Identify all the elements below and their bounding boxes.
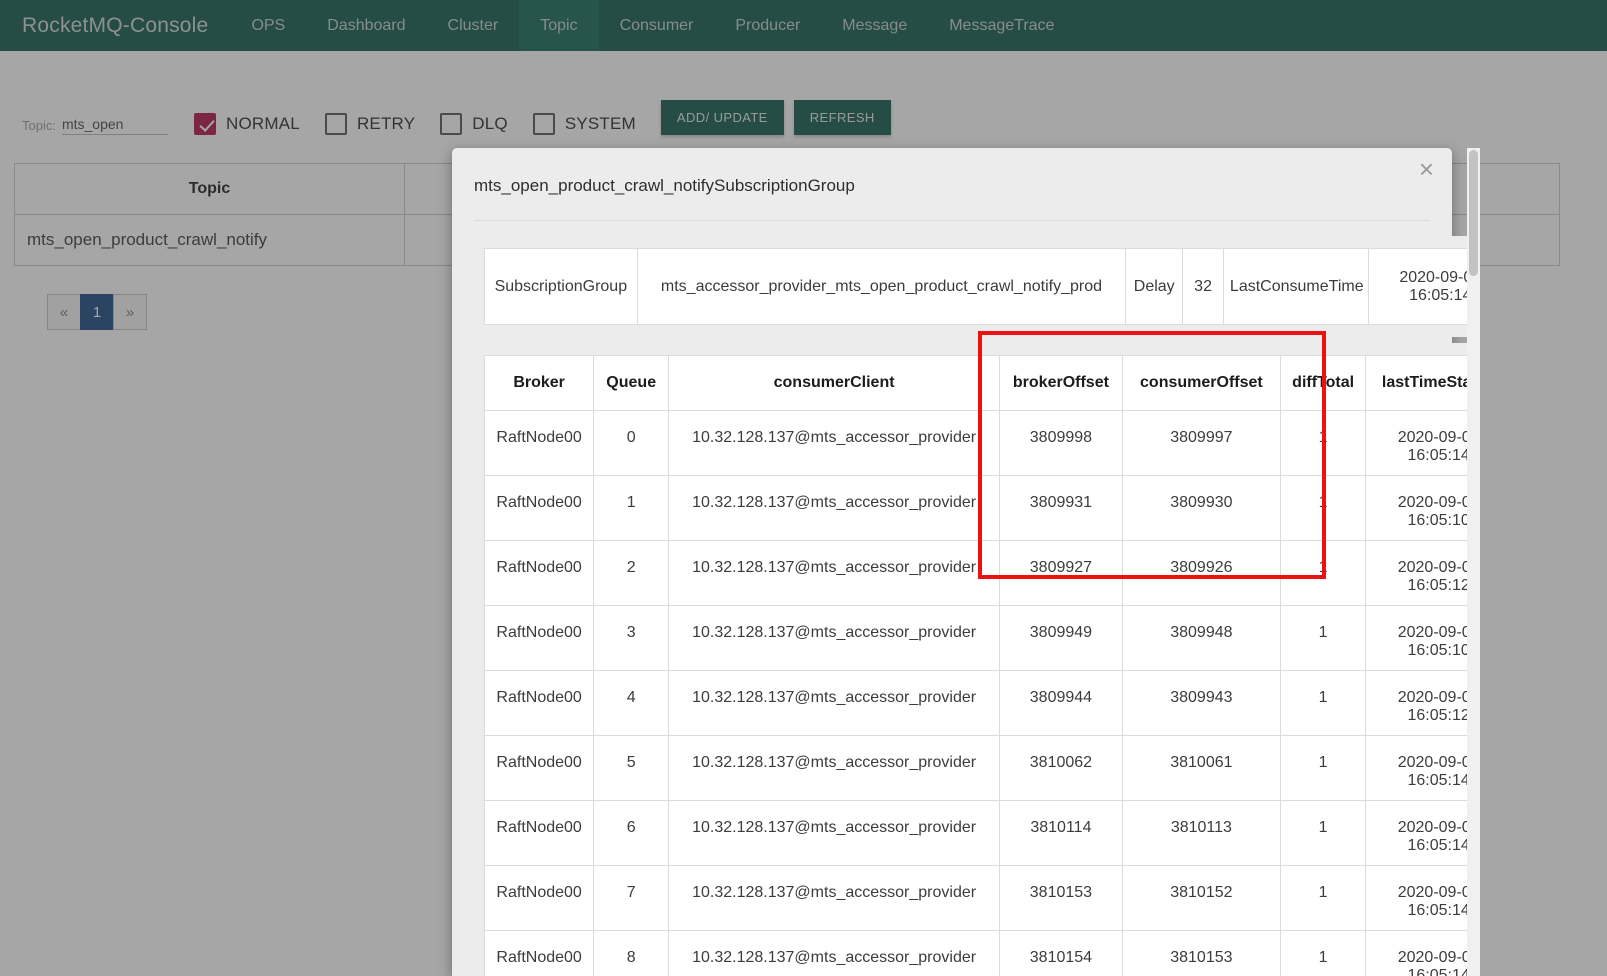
cell-consumeroffset: 3809943 (1122, 671, 1280, 736)
detail-header-brokeroffset: brokerOffset (1000, 356, 1123, 411)
cell-client: 10.32.128.137@mts_accessor_provider (669, 476, 1000, 541)
cell-broker: RaftNode00 (485, 671, 594, 736)
cell-brokeroffset: 3810114 (1000, 801, 1123, 866)
cell-consumeroffset: 3809926 (1122, 541, 1280, 606)
subscription-group-label: SubscriptionGroup (485, 249, 638, 325)
cell-broker: RaftNode00 (485, 541, 594, 606)
table-row: RaftNode00 7 10.32.128.137@mts_accessor_… (485, 866, 1481, 931)
cell-queue: 4 (594, 671, 669, 736)
cell-lasttimestamp: 2020-09-01 16:05:10 (1366, 606, 1480, 671)
cell-client: 10.32.128.137@mts_accessor_provider (669, 606, 1000, 671)
cell-broker: RaftNode00 (485, 931, 594, 976)
cell-difftotal: 1 (1280, 411, 1365, 476)
cell-lasttimestamp: 2020-09-01 16:05:14 (1366, 801, 1480, 866)
cell-difftotal: 1 (1280, 541, 1365, 606)
detail-table-body: RaftNode00 0 10.32.128.137@mts_accessor_… (485, 411, 1481, 976)
detail-header-queue: Queue (594, 356, 669, 411)
cell-queue: 7 (594, 866, 669, 931)
cell-brokeroffset: 3809949 (1000, 606, 1123, 671)
cell-client: 10.32.128.137@mts_accessor_provider (669, 541, 1000, 606)
cell-lasttimestamp: 2020-09-01 16:05:14 (1366, 931, 1480, 976)
detail-header-consumeroffset: consumerOffset (1122, 356, 1280, 411)
last-consume-time-value: 2020-09-01 16:05:14 (1369, 249, 1480, 325)
cell-queue: 5 (594, 736, 669, 801)
subscription-summary-table: SubscriptionGroup mts_accessor_provider_… (484, 248, 1480, 325)
detail-header-consumerclient: consumerClient (669, 356, 1000, 411)
table-row: RaftNode00 2 10.32.128.137@mts_accessor_… (485, 541, 1481, 606)
cell-client: 10.32.128.137@mts_accessor_provider (669, 671, 1000, 736)
cell-consumeroffset: 3809930 (1122, 476, 1280, 541)
cell-brokeroffset: 3810153 (1000, 866, 1123, 931)
cell-difftotal: 1 (1280, 931, 1365, 976)
last-consume-time-label: LastConsumeTime (1223, 249, 1369, 325)
cell-client: 10.32.128.137@mts_accessor_provider (669, 931, 1000, 976)
cell-queue: 0 (594, 411, 669, 476)
cell-broker: RaftNode00 (485, 736, 594, 801)
table-row: RaftNode00 3 10.32.128.137@mts_accessor_… (485, 606, 1481, 671)
cell-consumeroffset: 3810113 (1122, 801, 1280, 866)
cell-broker: RaftNode00 (485, 606, 594, 671)
subscription-group-value: mts_accessor_provider_mts_open_product_c… (637, 249, 1126, 325)
cell-brokeroffset: 3810062 (1000, 736, 1123, 801)
detail-header-difftotal: diffTotal (1280, 356, 1365, 411)
consumer-detail-panel: Broker Queue consumerClient brokerOffset… (474, 343, 1480, 976)
cell-broker: RaftNode00 (485, 801, 594, 866)
cell-difftotal: 1 (1280, 671, 1365, 736)
table-row: RaftNode00 8 10.32.128.137@mts_accessor_… (485, 931, 1481, 976)
cell-lasttimestamp: 2020-09-01 16:05:12 (1366, 671, 1480, 736)
cell-brokeroffset: 3809944 (1000, 671, 1123, 736)
cell-client: 10.32.128.137@mts_accessor_provider (669, 801, 1000, 866)
table-row: RaftNode00 1 10.32.128.137@mts_accessor_… (485, 476, 1481, 541)
delay-label: Delay (1126, 249, 1183, 325)
cell-consumeroffset: 3809997 (1122, 411, 1280, 476)
delay-value: 32 (1183, 249, 1224, 325)
detail-header-broker: Broker (485, 356, 594, 411)
modal-scrollbar[interactable] (1467, 148, 1480, 976)
table-row: RaftNode00 5 10.32.128.137@mts_accessor_… (485, 736, 1481, 801)
cell-lasttimestamp: 2020-09-01 16:05:10 (1366, 476, 1480, 541)
cell-client: 10.32.128.137@mts_accessor_provider (669, 411, 1000, 476)
cell-consumeroffset: 3809948 (1122, 606, 1280, 671)
cell-lasttimestamp: 2020-09-01 16:05:14 (1366, 411, 1480, 476)
table-row: RaftNode00 0 10.32.128.137@mts_accessor_… (485, 411, 1481, 476)
cell-difftotal: 1 (1280, 606, 1365, 671)
cell-difftotal: 1 (1280, 736, 1365, 801)
cell-queue: 6 (594, 801, 669, 866)
cell-difftotal: 1 (1280, 866, 1365, 931)
detail-header-lasttimestamp: lastTimeStamp (1366, 356, 1480, 411)
modal-content-clip: SubscriptionGroup mts_accessor_provider_… (452, 148, 1480, 976)
cell-consumeroffset: 3810061 (1122, 736, 1280, 801)
cell-difftotal: 1 (1280, 476, 1365, 541)
cell-consumeroffset: 3810152 (1122, 866, 1280, 931)
cell-queue: 2 (594, 541, 669, 606)
cell-queue: 1 (594, 476, 669, 541)
cell-broker: RaftNode00 (485, 411, 594, 476)
subscription-summary-row: SubscriptionGroup mts_accessor_provider_… (485, 249, 1481, 325)
cell-brokeroffset: 3810154 (1000, 931, 1123, 976)
table-row: RaftNode00 6 10.32.128.137@mts_accessor_… (485, 801, 1481, 866)
cell-lasttimestamp: 2020-09-01 16:05:14 (1366, 736, 1480, 801)
consumer-detail-table: Broker Queue consumerClient brokerOffset… (484, 355, 1480, 976)
cell-queue: 3 (594, 606, 669, 671)
cell-brokeroffset: 3809931 (1000, 476, 1123, 541)
cell-client: 10.32.128.137@mts_accessor_provider (669, 866, 1000, 931)
table-row: RaftNode00 4 10.32.128.137@mts_accessor_… (485, 671, 1481, 736)
cell-consumeroffset: 3810153 (1122, 931, 1280, 976)
cell-lasttimestamp: 2020-09-01 16:05:12 (1366, 541, 1480, 606)
cell-lasttimestamp: 2020-09-01 16:05:14 (1366, 866, 1480, 931)
cell-broker: RaftNode00 (485, 866, 594, 931)
cell-queue: 8 (594, 931, 669, 976)
cell-broker: RaftNode00 (485, 476, 594, 541)
cell-brokeroffset: 3809927 (1000, 541, 1123, 606)
cell-brokeroffset: 3809998 (1000, 411, 1123, 476)
cell-difftotal: 1 (1280, 801, 1365, 866)
detail-header-row: Broker Queue consumerClient brokerOffset… (485, 356, 1481, 411)
modal-scrollbar-thumb[interactable] (1469, 150, 1478, 276)
cell-client: 10.32.128.137@mts_accessor_provider (669, 736, 1000, 801)
subscription-summary-panel: SubscriptionGroup mts_accessor_provider_… (474, 236, 1480, 337)
